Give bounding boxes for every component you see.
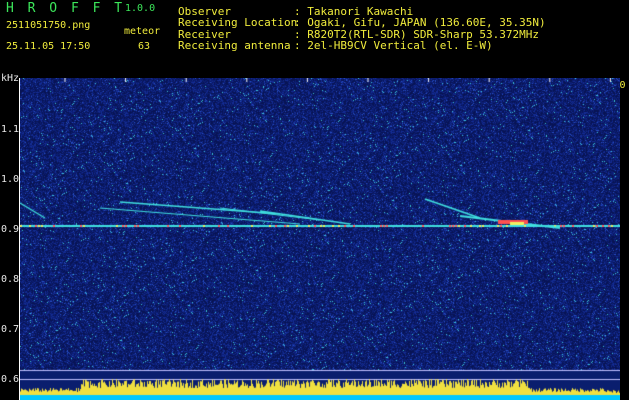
filename: 2511051750.png (6, 20, 91, 31)
y-tick-label: 0.8 (1, 274, 20, 285)
y-tick-label: 1.1 (1, 124, 20, 135)
location-key: Receiving Location (178, 16, 298, 29)
app-title: H R O F F T (6, 1, 126, 16)
meteor-count: 63 (138, 41, 151, 52)
app-version: 1.0.0 (125, 3, 156, 14)
meteor-label: meteor (124, 26, 161, 37)
y-tick-label: 0.6 (1, 374, 20, 385)
antenna-value: : 2el-HB9CV Vertical (el. E-W) (294, 39, 493, 52)
y-tick-label: 1.0 (1, 174, 20, 185)
antenna-key: Receiving antenna (178, 39, 291, 52)
y-axis-line (19, 78, 20, 400)
y-tick-label: 0.9 (1, 224, 20, 235)
y-unit-label: kHz (1, 73, 20, 84)
datetime: 25.11.05 17:50 (6, 41, 91, 52)
location-value: : Ogaki, Gifu, JAPAN (136.60E, 35.35N) (294, 16, 546, 29)
spectrogram-canvas (20, 78, 620, 400)
y-tick-label: 0.7 (1, 324, 20, 335)
